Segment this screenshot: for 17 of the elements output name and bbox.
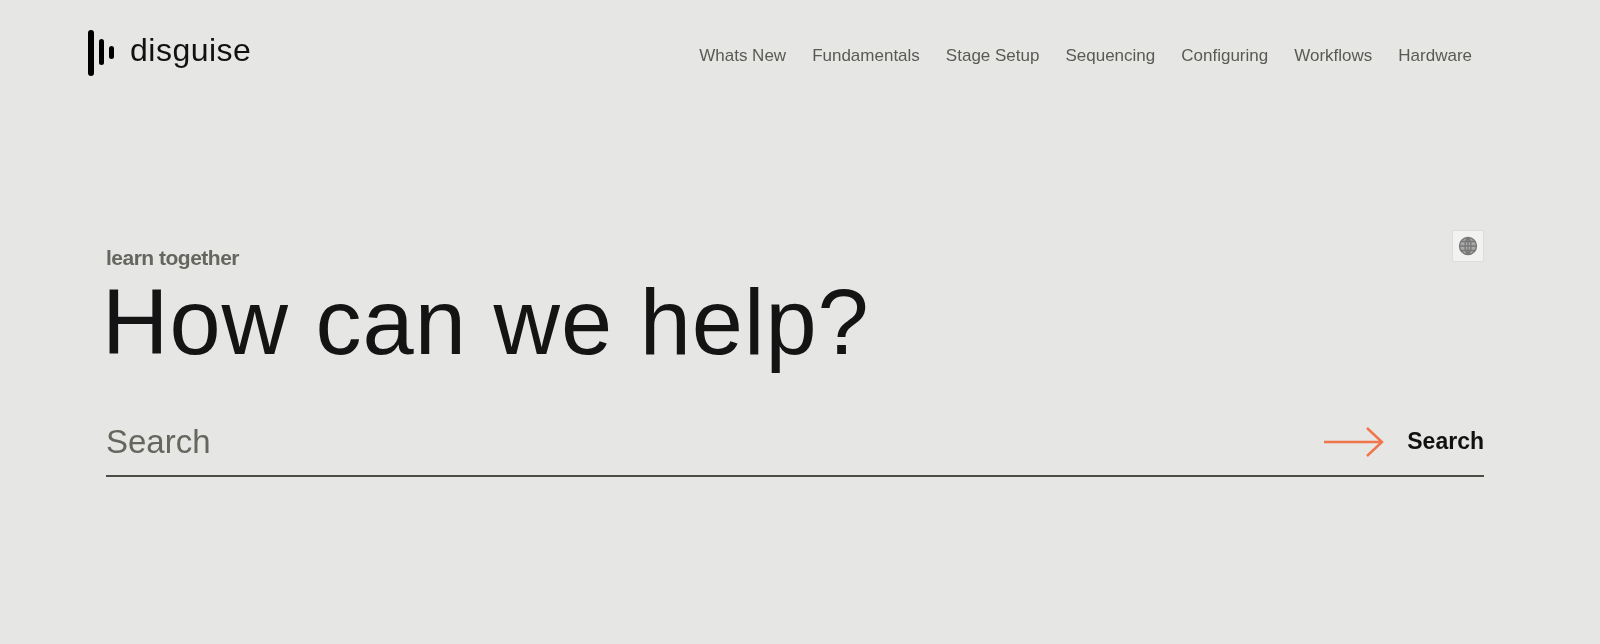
search-button[interactable]: Search	[1323, 425, 1484, 458]
nav-link[interactable]: Whats New	[699, 46, 787, 66]
nav-link[interactable]: Stage Setup	[945, 46, 1040, 66]
search-field[interactable]: Search	[106, 422, 1324, 461]
page-heading: How can we help?	[102, 274, 871, 371]
nav-link[interactable]: Hardware	[1398, 46, 1472, 66]
nav-link[interactable]: Fundamentals	[812, 46, 920, 66]
nav-link[interactable]: Workflows	[1294, 46, 1373, 66]
globe-icon	[1458, 236, 1478, 256]
language-globe-button[interactable]	[1452, 230, 1484, 262]
logo-text: disguise	[130, 31, 252, 69]
logo-bars-icon	[88, 30, 116, 76]
logo[interactable]: disguise	[88, 30, 252, 76]
nav-link[interactable]: Sequencing	[1065, 46, 1156, 66]
eyebrow-text: learn together	[106, 246, 240, 270]
nav-link[interactable]: Configuring	[1181, 46, 1269, 66]
arrow-right-icon	[1323, 425, 1386, 458]
